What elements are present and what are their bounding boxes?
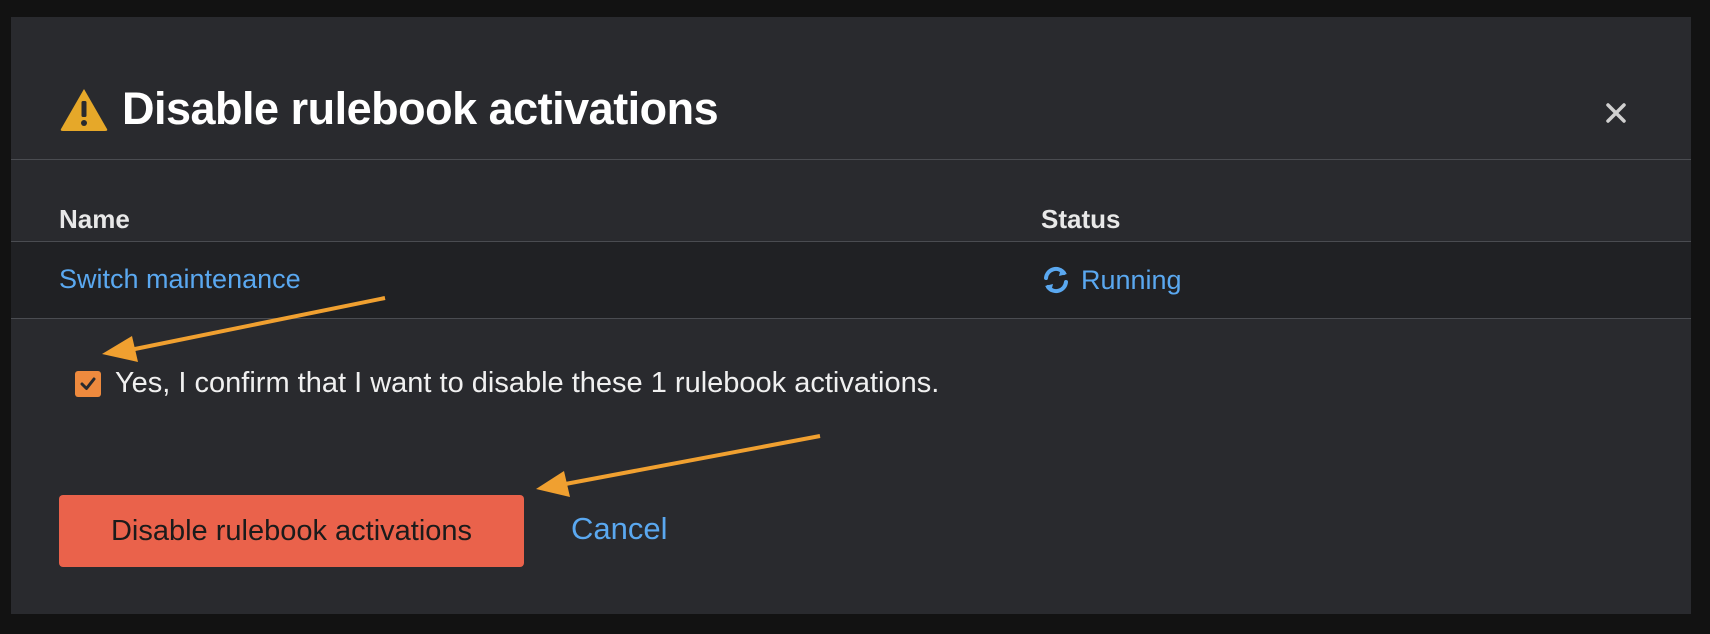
status-cell: Running [1041, 262, 1182, 298]
header-divider [11, 159, 1691, 160]
status-label[interactable]: Running [1081, 265, 1182, 296]
cancel-button[interactable]: Cancel [571, 511, 668, 547]
confirm-label[interactable]: Yes, I confirm that I want to disable th… [115, 367, 939, 400]
disable-activations-modal: Disable rulebook activations Name Status… [11, 17, 1691, 614]
column-header-status: Status [1041, 204, 1121, 234]
confirm-checkbox[interactable] [75, 370, 101, 397]
table-row: Switch maintenance Running [11, 242, 1691, 318]
disable-activations-button[interactable]: Disable rulebook activations [59, 495, 524, 567]
modal-header: Disable rulebook activations [59, 67, 1643, 163]
activation-name-link[interactable]: Switch maintenance [59, 264, 301, 295]
check-icon [80, 377, 96, 390]
column-header-name: Name [59, 204, 130, 234]
close-icon[interactable] [1600, 97, 1632, 129]
modal-title: Disable rulebook activations [122, 83, 719, 134]
confirm-checkbox-row: Yes, I confirm that I want to disable th… [75, 367, 939, 400]
table-header: Name Status [11, 162, 1691, 242]
warning-triangle-icon [60, 89, 108, 131]
table-row-divider [11, 318, 1691, 319]
sync-icon [1044, 266, 1068, 294]
